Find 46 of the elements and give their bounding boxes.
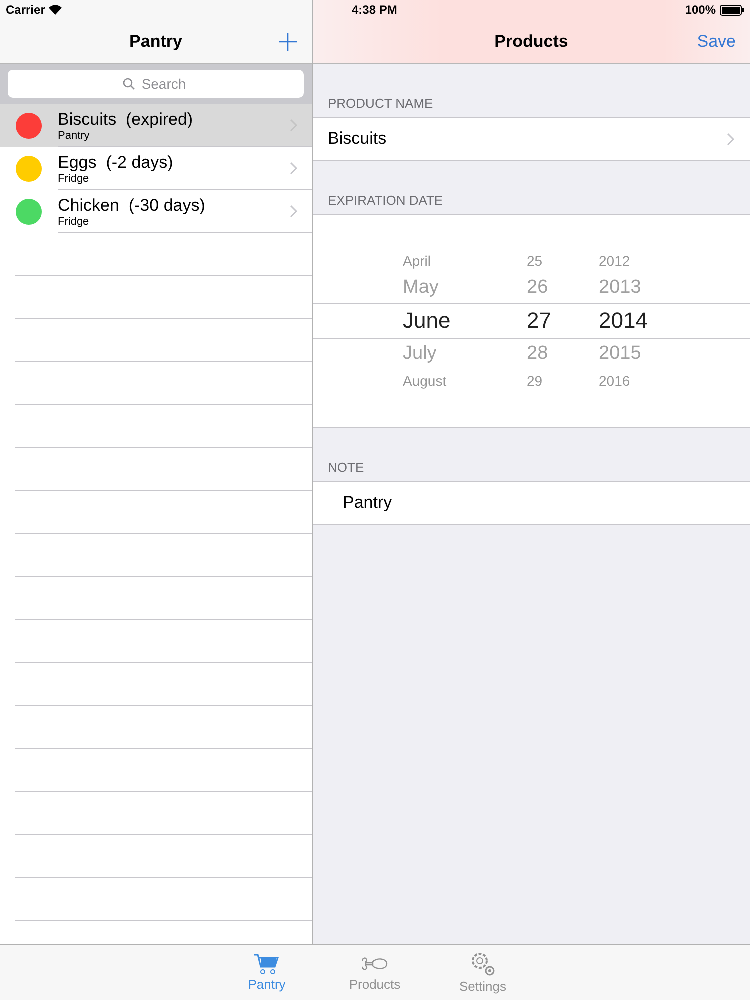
save-button[interactable]: Save [697,32,736,52]
picker-day: 25 [527,253,599,269]
picker-year: 2015 [599,343,642,365]
picker-day: 27 [527,308,599,334]
battery-label: 100% [685,3,716,17]
section-header: NOTE [327,459,366,477]
cart-icon [253,953,281,975]
date-picker[interactable]: April 25 2012 May 26 2013 June 27 2014 July 28 2015 August 29 2016 [313,214,750,428]
nav-title: Products [494,32,568,52]
picker-month: August [403,373,448,389]
section-header: EXPIRATION DATE [327,192,444,210]
picker-month: April [403,253,432,269]
item-location: Fridge [58,216,90,228]
wifi-icon [49,5,62,15]
plus-icon [278,32,298,52]
note-field[interactable]: Pantry [313,481,750,525]
section-header: PRODUCT NAME [327,95,434,113]
clock-time: 4:38 PM [352,3,398,17]
battery-icon [720,4,744,16]
chevron-icon [727,132,735,146]
picker-day: 28 [527,343,599,365]
item-name: Biscuits (expired) [58,110,194,130]
product-name-value: Biscuits [328,129,387,149]
picker-year: 2012 [599,253,630,269]
item-name: Eggs (-2 days) [58,152,174,172]
chevron-icon [290,162,298,175]
nav-title: Pantry [130,32,182,52]
picker-day: 29 [527,373,599,389]
item-name: Chicken (-30 days) [58,196,206,216]
chevron-icon [290,205,298,218]
picker-month: July [403,343,438,365]
search-icon [123,78,135,90]
picker-day: 26 [527,277,599,299]
item-location: Pantry [58,130,91,142]
picker-month: June [403,308,452,334]
picker-year: 2014 [599,308,648,334]
list-item[interactable]: Biscuits (expired) Pantry [0,104,312,147]
picker-year: 2013 [599,277,642,299]
product-name-row[interactable]: Biscuits [313,117,750,161]
picker-month: May [403,277,440,299]
search-field[interactable]: Search [8,70,304,98]
picker-year: 2016 [599,373,630,389]
gears-icon [469,951,497,977]
add-button[interactable] [278,32,298,52]
carrier-label: Carrier [6,3,46,17]
item-location: Fridge [58,172,90,184]
